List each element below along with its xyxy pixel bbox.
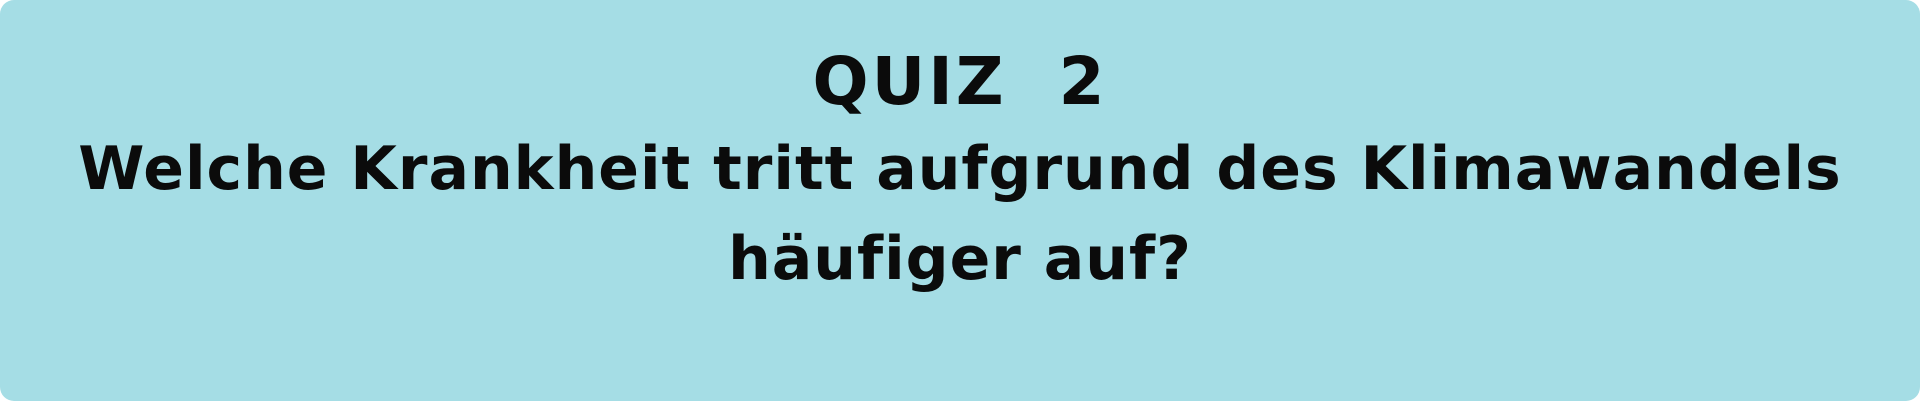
quiz-card: QUIZ 2 Welche Krankheit tritt aufgrund d…: [0, 0, 1920, 401]
quiz-question-line-1: Welche Krankheit tritt aufgrund des Klim…: [78, 134, 1842, 204]
quiz-title: QUIZ 2: [812, 43, 1108, 120]
quiz-question-line-2: häufiger auf?: [728, 224, 1192, 294]
